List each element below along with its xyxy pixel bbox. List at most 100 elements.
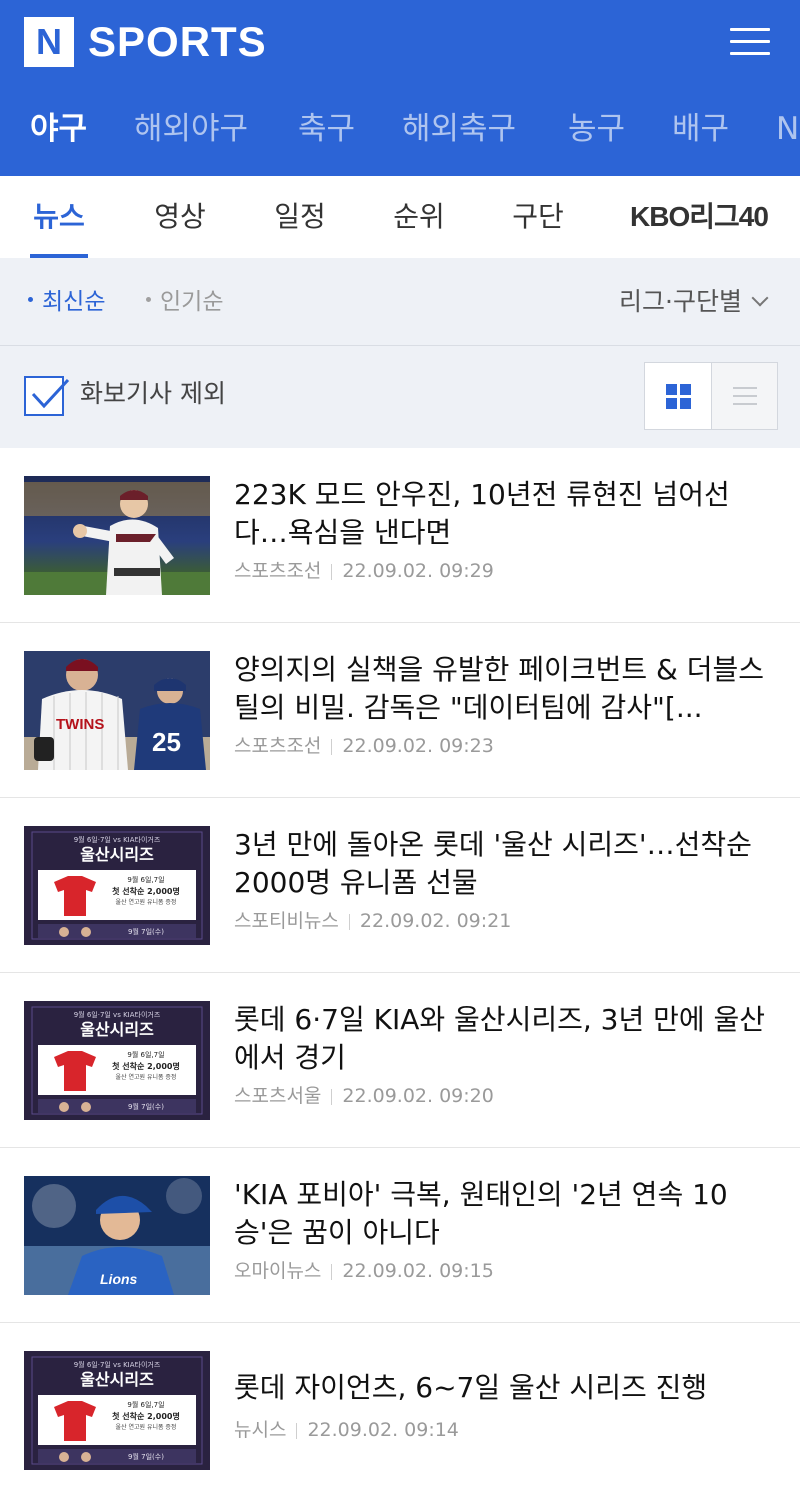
promo-footer: 9월 7일(수) <box>128 1102 164 1111</box>
news-time: 22.09.02. 09:21 <box>359 910 512 932</box>
tab-next-cutoff[interactable]: N <box>776 100 799 158</box>
news-thumbnail[interactable]: 9월 6일·7일 vs KIA타이거즈 울산시리즈 9월 6일,7일 첫 선착순… <box>24 1001 210 1120</box>
news-title[interactable]: 223K 모드 안우진, 10년전 류현진 넘어선다…욕심을 낸다면 <box>234 476 774 552</box>
promo-line2: 첫 선착순 2,000명 <box>112 1061 180 1071</box>
promo-title: 울산시리즈 <box>80 1020 154 1039</box>
meta-divider <box>331 1088 333 1105</box>
app-header: N SPORTS 야구 해외야구 축구 해외축구 농구 배구 N <box>0 0 800 176</box>
naver-sports-logo[interactable]: N SPORTS <box>24 16 267 68</box>
tab-baseball[interactable]: 야구 <box>30 100 87 158</box>
news-source: 오마이뉴스 <box>234 1260 322 1282</box>
list-view-button[interactable] <box>711 363 777 429</box>
promo-top-line: 9월 6일·7일 vs KIA타이거즈 <box>74 835 161 844</box>
news-item[interactable]: TWINS 25 양의지의 실책을 유발한 페이크번트 & 더블스틸의 비밀. … <box>0 623 800 798</box>
svg-text:25: 25 <box>152 727 181 757</box>
meta-divider <box>348 913 350 930</box>
promo-title: 울산시리즈 <box>80 1370 154 1389</box>
news-time: 22.09.02. 09:29 <box>342 560 494 582</box>
meta-divider <box>331 1263 333 1280</box>
view-mode-toggle <box>644 362 778 430</box>
news-item[interactable]: 223K 모드 안우진, 10년전 류현진 넘어선다…욕심을 낸다면 스포츠조선… <box>0 448 800 623</box>
news-meta: 스포츠조선 22.09.02. 09:23 <box>234 731 494 758</box>
sort-latest[interactable]: 최신순 <box>28 258 105 346</box>
league-team-dropdown[interactable]: 리그·구단별 <box>619 258 769 346</box>
news-thumbnail[interactable]: 9월 6일·7일 vs KIA타이거즈 울산시리즈 9월 6일,7일 첫 선착순… <box>24 1351 210 1470</box>
exclude-photo-label[interactable]: 화보기사 제외 <box>80 346 226 442</box>
subtab-kbo-league-40[interactable]: KBO리그40 <box>626 176 772 258</box>
news-item[interactable]: 9월 6일·7일 vs KIA타이거즈 울산시리즈 9월 6일,7일 첫 선착순… <box>0 1323 800 1488</box>
promo-line3: 울산 연고원 유니폼 증정 <box>116 1073 177 1081</box>
meta-divider <box>331 563 333 580</box>
promo-footer: 9월 7일(수) <box>128 927 164 936</box>
news-meta: 스포티비뉴스 22.09.02. 09:21 <box>234 906 511 933</box>
promo-line2: 첫 선착순 2,000명 <box>112 886 180 896</box>
tab-overseas-soccer[interactable]: 해외축구 <box>402 100 516 158</box>
promo-footer: 9월 7일(수) <box>128 1452 164 1461</box>
hamburger-menu-icon[interactable] <box>730 26 770 58</box>
meta-divider <box>296 1422 298 1439</box>
promo-line3: 울산 연고원 유니폼 증정 <box>116 1423 177 1431</box>
subtab-teams[interactable]: 구단 <box>508 176 568 258</box>
inactive-dot <box>146 297 151 302</box>
news-title[interactable]: 3년 만에 돌아온 롯데 '울산 시리즈'…선착순 2000명 유니폼 선물 <box>234 826 774 902</box>
logo-text: SPORTS <box>88 18 267 65</box>
subtab-news-label: 뉴스 <box>33 200 85 233</box>
tab-soccer[interactable]: 축구 <box>298 100 355 158</box>
promo-line3: 울산 연고원 유니폼 증정 <box>116 898 177 906</box>
news-source: 스포츠조선 <box>234 735 322 757</box>
sport-category-tabs: 야구 해외야구 축구 해외축구 농구 배구 N <box>0 100 800 158</box>
news-meta: 스포츠서울 22.09.02. 09:20 <box>234 1081 494 1108</box>
news-source: 스포츠서울 <box>234 1085 322 1107</box>
promo-line1: 9월 6일,7일 <box>127 875 164 884</box>
news-time: 22.09.02. 09:20 <box>342 1085 494 1107</box>
exclude-photo-checkbox[interactable] <box>24 376 70 416</box>
news-item[interactable]: 9월 6일·7일 vs KIA타이거즈 울산시리즈 9월 6일,7일 첫 선착순… <box>0 798 800 973</box>
news-thumbnail[interactable]: 9월 6일·7일 vs KIA타이거즈 울산시리즈 9월 6일,7일 첫 선착순… <box>24 826 210 945</box>
logo-box: N <box>24 17 74 67</box>
tab-volleyball[interactable]: 배구 <box>672 100 729 158</box>
news-source: 뉴시스 <box>234 1419 287 1441</box>
news-title[interactable]: 롯데 자이언츠, 6~7일 울산 시리즈 진행 <box>234 1369 774 1407</box>
svg-text:TWINS: TWINS <box>56 716 104 733</box>
news-source: 스포츠조선 <box>234 560 322 582</box>
news-title[interactable]: 양의지의 실책을 유발한 페이크번트 & 더블스틸의 비밀. 감독은 "데이터팀… <box>234 651 774 727</box>
checkmark-icon <box>31 378 70 409</box>
news-thumbnail[interactable]: TWINS 25 <box>24 651 210 770</box>
promo-line2: 첫 선착순 2,000명 <box>112 1411 180 1421</box>
sort-popular-label: 인기순 <box>160 289 224 315</box>
chevron-down-icon <box>751 289 769 307</box>
league-team-dropdown-label: 리그·구단별 <box>619 287 742 316</box>
news-item[interactable]: Lions 'KIA 포비아' 극복, 원태인의 '2년 연속 10승'은 꿈이… <box>0 1148 800 1323</box>
news-meta: 스포츠조선 22.09.02. 09:29 <box>234 556 494 583</box>
promo-title: 울산시리즈 <box>80 845 154 864</box>
sort-popular[interactable]: 인기순 <box>146 258 223 346</box>
promo-top-line: 9월 6일·7일 vs KIA타이거즈 <box>74 1010 161 1019</box>
subtab-schedule[interactable]: 일정 <box>270 176 330 258</box>
active-dot <box>28 297 33 302</box>
news-meta: 뉴시스 22.09.02. 09:14 <box>234 1415 459 1442</box>
filter-bar: 화보기사 제외 <box>0 346 800 448</box>
tab-basketball[interactable]: 농구 <box>568 100 625 158</box>
news-thumbnail[interactable]: Lions <box>24 1176 210 1295</box>
sort-bar: 최신순 인기순 리그·구단별 <box>0 258 800 346</box>
news-time: 22.09.02. 09:14 <box>307 1419 459 1441</box>
meta-divider <box>331 738 333 755</box>
subtab-video[interactable]: 영상 <box>150 176 210 258</box>
news-title[interactable]: 'KIA 포비아' 극복, 원태인의 '2년 연속 10승'은 꿈이 아니다 <box>234 1176 774 1252</box>
grid-view-icon <box>665 383 691 409</box>
news-source: 스포티비뉴스 <box>234 910 339 932</box>
promo-line1: 9월 6일,7일 <box>127 1050 164 1059</box>
tab-overseas-baseball[interactable]: 해외야구 <box>134 100 248 158</box>
promo-line1: 9월 6일,7일 <box>127 1400 164 1409</box>
subtab-standings[interactable]: 순위 <box>389 176 449 258</box>
list-view-icon <box>732 381 757 411</box>
news-title[interactable]: 롯데 6·7일 KIA와 울산시리즈, 3년 만에 울산에서 경기 <box>234 1001 774 1077</box>
grid-view-button[interactable] <box>645 363 711 429</box>
news-time: 22.09.02. 09:15 <box>342 1260 494 1282</box>
logo-letter: N <box>36 21 62 62</box>
news-item[interactable]: 9월 6일·7일 vs KIA타이거즈 울산시리즈 9월 6일,7일 첫 선착순… <box>0 973 800 1148</box>
sort-latest-label: 최신순 <box>42 289 106 315</box>
news-thumbnail[interactable] <box>24 476 210 595</box>
subtab-news[interactable]: 뉴스 <box>30 176 88 258</box>
news-list: 223K 모드 안우진, 10년전 류현진 넘어선다…욕심을 낸다면 스포츠조선… <box>0 448 800 1488</box>
